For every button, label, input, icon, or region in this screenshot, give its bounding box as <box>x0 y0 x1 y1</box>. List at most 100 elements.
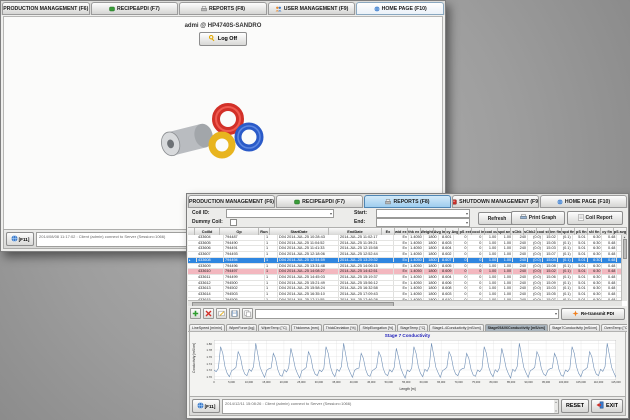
reset-button[interactable]: RESET <box>561 399 589 413</box>
graph-tab-thickdeviation[interactable]: ThickDeviation [%] <box>323 324 359 331</box>
column-header-sn-fin[interactable]: sN fin <box>588 228 601 235</box>
column-header-avg-in[interactable]: Avg In <box>434 228 447 235</box>
graph-tab-linespeed-m-min[interactable]: LineSpeed [m/min] <box>189 324 225 331</box>
table-cell: 5.01 <box>573 281 588 286</box>
graph-tab-wiperforce-kg[interactable]: WiperForce [kg] <box>226 324 257 331</box>
scroll-up-icon[interactable]: ▴ <box>554 400 558 404</box>
column-header-ex[interactable]: Ex <box>382 228 395 235</box>
coil-report-label: Coil Report <box>586 215 613 221</box>
graph-tab-stage7conductivity-ms-cm[interactable]: Stage7Conductivity [mS/cm] <box>549 324 600 331</box>
column-header-weight[interactable]: Weight <box>421 228 434 235</box>
column-header-spd-av[interactable]: spd av <box>498 228 511 235</box>
tab-production-management-f6[interactable]: PRODUCTION MANAGEMENT (F6) <box>2 2 90 15</box>
tab-user-management-f9[interactable]: USER MANAGEMENT (F9) <box>268 2 356 15</box>
tab-home-page-f10[interactable]: HOME PAGE (F10) <box>540 195 627 208</box>
column-header-thk-ex[interactable]: thk ex <box>408 228 421 235</box>
graph-tab-stage1-4conductivity-ms-cm[interactable]: Stage1-4Conductivity [mS/cm] <box>429 324 483 331</box>
table-cell: 6:30 <box>588 286 603 291</box>
column-header-schk2[interactable]: sChk2 <box>524 228 537 235</box>
chart-panel: Stage 7 Conductivity Conductivity [mS/cm… <box>189 331 626 397</box>
coil-id-combo[interactable]: ▾ <box>226 209 334 218</box>
table-cell: 0 <box>454 281 469 286</box>
tab-home-page-f10[interactable]: HOME PAGE (F10) <box>356 2 444 15</box>
exit-button[interactable]: EXIT <box>591 399 623 413</box>
graph-tab-thickness-mm[interactable]: Thickness [mm] <box>291 324 322 331</box>
table-horizontal-scrollbar[interactable] <box>188 300 622 306</box>
table-cell: 5.01 <box>573 252 588 257</box>
table-cell: 1.00 <box>483 252 498 257</box>
add-button[interactable] <box>190 308 201 319</box>
table-cell: (0.1) <box>558 281 573 286</box>
table-cell: 5.01 <box>573 264 588 269</box>
tab-reports-f8[interactable]: REPORTS (F8) <box>179 2 267 15</box>
tab-production-management-f6[interactable]: PRODUCTION MANAGEMENT (F6) <box>188 195 275 208</box>
column-header-cy-avg[interactable]: cy Avg <box>446 228 459 235</box>
vertical-scroll-thumb[interactable] <box>623 239 627 259</box>
column-header-run[interactable]: Run <box>259 228 270 235</box>
table-cell: 0 <box>468 246 483 251</box>
table-cell: 433604 <box>197 235 224 240</box>
table-cell: D04 2014-JUL-25 12:54:59 <box>278 258 339 263</box>
table-cell: 240 <box>513 275 528 280</box>
retransmit-pdi-button[interactable]: Re-transmit PDI <box>561 308 625 320</box>
table-cell: 1 <box>265 286 278 291</box>
table-cell: D04 2014-JUL-25 13:31:48 <box>278 264 339 269</box>
column-header-enddate[interactable]: EndDate <box>329 228 382 235</box>
table-cell: 0.48 <box>602 292 617 297</box>
log-off-button[interactable]: Log Off <box>199 32 247 46</box>
column-header-schk[interactable]: sChk <box>511 228 524 235</box>
tab-shutdown-management-f9[interactable]: SHUTDOWN MANAGEMENT (F9) <box>452 195 539 208</box>
recipe-icon <box>294 199 300 205</box>
edit-button[interactable] <box>216 308 227 319</box>
graph-tab-stripelongation[interactable]: StripElongation [%] <box>359 324 396 331</box>
coil-table-body: 4336047944871D04 2014-JUL-25 10:28:43201… <box>188 235 622 301</box>
f11-button[interactable]: [F11] <box>6 232 34 246</box>
delete-button[interactable] <box>203 308 214 319</box>
log-scrollbar[interactable]: ▴ ▾ <box>554 400 558 413</box>
column-header-coilid[interactable]: CoilId <box>195 228 220 235</box>
tab-label: RECIPE&PDI (F7) <box>302 199 345 205</box>
event-log-box[interactable]: 2014/12/11 15:08:26 : Client (admin) con… <box>222 399 559 414</box>
table-vertical-scrollbar[interactable]: ▴ <box>621 235 627 301</box>
column-header-ps-fin[interactable]: pS fin <box>575 228 588 235</box>
coil-report-button[interactable]: Coil Report <box>567 211 623 225</box>
column-header-ps-avg[interactable]: pS avg <box>614 228 627 235</box>
table-cell: 6:30 <box>588 281 603 286</box>
key-icon <box>209 35 216 44</box>
scroll-down-icon[interactable]: ▾ <box>554 409 558 413</box>
column-header-op[interactable]: Op <box>220 228 259 235</box>
copy-icon[interactable] <box>242 308 253 319</box>
start-combo[interactable]: ▾ <box>376 209 470 218</box>
tab-recipe-pdi-f7[interactable]: RECIPE&PDI (F7) <box>91 2 179 15</box>
column-header-cool-ou[interactable]: cool ou <box>485 228 498 235</box>
dummy-coil-checkbox[interactable] <box>230 219 237 226</box>
save-icon[interactable] <box>229 308 240 319</box>
horizontal-scroll-thumb[interactable] <box>192 302 394 307</box>
column-header-cool-st[interactable]: cool st <box>537 228 550 235</box>
column-header-ps-ext[interactable]: pS ext <box>459 228 472 235</box>
graph-tab-oventemp-c[interactable]: OvenTemp [°C] <box>601 324 627 331</box>
tab-reports-f8[interactable]: REPORTS (F8) <box>364 195 451 208</box>
column-header-startdate[interactable]: StartDate <box>270 228 329 235</box>
refresh-label: Refresh <box>488 216 507 222</box>
coil-table: CoilIdOpRunStartDateEndDateExwid exthk e… <box>188 228 627 306</box>
table-cell: 433607 <box>197 252 224 257</box>
print-graph-button[interactable]: Print Graph <box>511 211 565 225</box>
column-header-spd-fin[interactable]: spd fin <box>562 228 575 235</box>
end-combo[interactable]: ▾ <box>376 218 470 227</box>
column-header-cool-in[interactable]: cool in <box>472 228 485 235</box>
tab-recipe-pdi-f7[interactable]: RECIPE&PDI (F7) <box>276 195 363 208</box>
table-cell: 433606 <box>197 246 224 251</box>
x-tick-label: 35,000 <box>328 381 344 384</box>
graph-tab-wipertemp-c[interactable]: WiperTemp [°C] <box>258 324 289 331</box>
f11-button[interactable]: [F11] <box>192 399 220 413</box>
column-header-cy-fin[interactable]: cy fin <box>601 228 614 235</box>
retransmit-pdi-label: Re-transmit PDI <box>581 311 614 316</box>
column-header-wid-ex[interactable]: wid ex <box>395 228 408 235</box>
graph-tab-stage05-06conductivity-ms-cm[interactable]: Stage05&06Conductivity [mS/cm] <box>485 324 548 331</box>
column-header-len-fin[interactable]: len fin <box>550 228 563 235</box>
pdi-combo[interactable]: ▾ <box>255 309 559 319</box>
graph-tab-stagetemp-c[interactable]: StageTemp [°C] <box>397 324 428 331</box>
end-label: End: <box>354 219 365 225</box>
table-cell: D04 2014-JUL-25 11:41:33 <box>278 246 339 251</box>
